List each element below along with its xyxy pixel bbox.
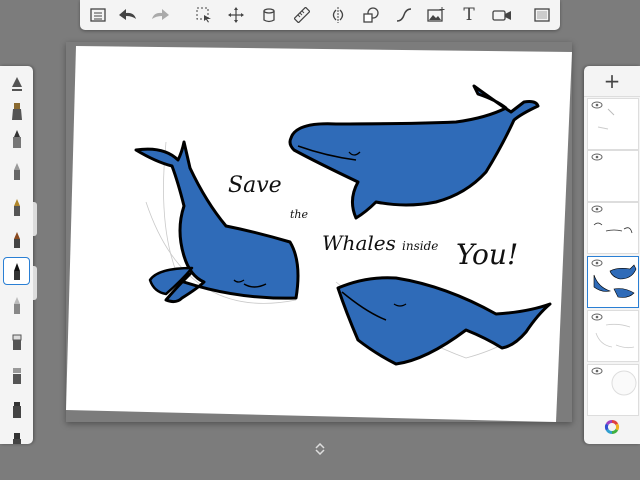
text-icon: T	[463, 5, 475, 25]
text-tool-button[interactable]: T	[457, 4, 481, 26]
transform-tool-button[interactable]	[224, 4, 248, 26]
layer-3-text[interactable]	[587, 202, 639, 254]
brush-extra-icon	[12, 433, 21, 444]
fountain-pen-icon	[13, 199, 20, 216]
shapes-tool-button[interactable]	[359, 4, 383, 26]
eye-icon[interactable]	[591, 101, 603, 109]
menu-button[interactable]	[86, 4, 110, 26]
text-inside: inside	[402, 239, 438, 253]
ballpoint-pen-icon	[13, 263, 20, 280]
felt-pen-icon	[12, 130, 21, 148]
text-save: Save	[228, 173, 282, 198]
brush-smudge[interactable]	[4, 362, 29, 388]
fullscreen-icon	[534, 8, 550, 22]
brush-extra[interactable]	[4, 426, 29, 444]
eraser-icon	[12, 334, 21, 350]
text-the: the	[290, 208, 309, 221]
ruler-icon	[294, 7, 310, 23]
pencil-icon	[13, 297, 20, 314]
symmetry-tool-button[interactable]	[326, 4, 350, 26]
curve-icon	[396, 8, 412, 22]
brush-marker[interactable]	[4, 98, 29, 124]
eye-icon[interactable]	[591, 153, 603, 161]
layer-2[interactable]	[587, 150, 639, 202]
paint-brush-icon	[13, 163, 20, 180]
brush-pencil[interactable]	[4, 292, 29, 318]
brush-fountain-pen[interactable]	[4, 194, 29, 220]
brush-palette	[0, 66, 33, 444]
layer-4-whales[interactable]	[587, 256, 639, 308]
brush-opacity-slider[interactable]	[33, 266, 37, 300]
transform-icon	[228, 7, 244, 23]
fullscreen-button[interactable]	[530, 4, 554, 26]
chisel-icon	[12, 402, 21, 418]
curve-tool-button[interactable]	[392, 4, 416, 26]
eye-icon[interactable]	[591, 313, 603, 321]
brush-ballpoint-pen[interactable]	[3, 257, 30, 285]
top-toolbar: T	[80, 0, 560, 30]
chevron-updown-icon	[315, 443, 325, 455]
layer-6-background[interactable]	[587, 364, 639, 416]
text-whales: Whales	[322, 231, 396, 255]
symmetry-icon	[332, 7, 344, 23]
airbrush-icon	[11, 77, 22, 91]
list-icon	[90, 8, 106, 22]
brush-felt-pen[interactable]	[4, 126, 29, 152]
image-icon	[427, 7, 445, 22]
smudge-icon	[12, 368, 21, 384]
selection-tool-button[interactable]	[192, 4, 216, 26]
time-lapse-button[interactable]	[490, 4, 514, 26]
drawing-canvas[interactable]: Save the Whales inside You!	[66, 42, 572, 422]
import-image-button[interactable]	[424, 4, 448, 26]
video-icon	[492, 10, 511, 21]
brush-chisel[interactable]	[4, 396, 29, 422]
marker-icon	[11, 103, 22, 120]
color-wheel-icon	[604, 419, 620, 435]
undo-button[interactable]	[116, 4, 140, 26]
canvas-artwork: Save the Whales inside You!	[66, 46, 572, 422]
layer-panel: +	[584, 66, 640, 444]
undo-icon	[119, 9, 136, 20]
ruler-tool-button[interactable]	[290, 4, 314, 26]
add-layer-button[interactable]: +	[584, 66, 640, 97]
ink-pen-icon	[13, 232, 20, 248]
brush-paint[interactable]	[4, 158, 29, 184]
layer-1[interactable]	[587, 98, 639, 150]
fill-icon	[263, 8, 275, 23]
expand-toggle-button[interactable]	[312, 442, 328, 456]
text-you: You!	[456, 238, 518, 271]
brush-eraser[interactable]	[4, 328, 29, 354]
brush-ink-pen[interactable]	[4, 226, 29, 252]
redo-button[interactable]	[148, 4, 172, 26]
selection-icon	[196, 7, 211, 23]
eye-icon[interactable]	[591, 205, 603, 213]
eye-icon[interactable]	[591, 259, 603, 267]
fill-tool-button[interactable]	[257, 4, 281, 26]
layer-5-sketch[interactable]	[587, 310, 639, 362]
brush-airbrush[interactable]	[4, 72, 29, 98]
shapes-icon	[363, 7, 379, 23]
brush-size-slider[interactable]	[33, 202, 37, 236]
color-picker-button[interactable]	[584, 410, 640, 444]
redo-icon	[152, 9, 169, 20]
eye-icon[interactable]	[591, 367, 603, 375]
